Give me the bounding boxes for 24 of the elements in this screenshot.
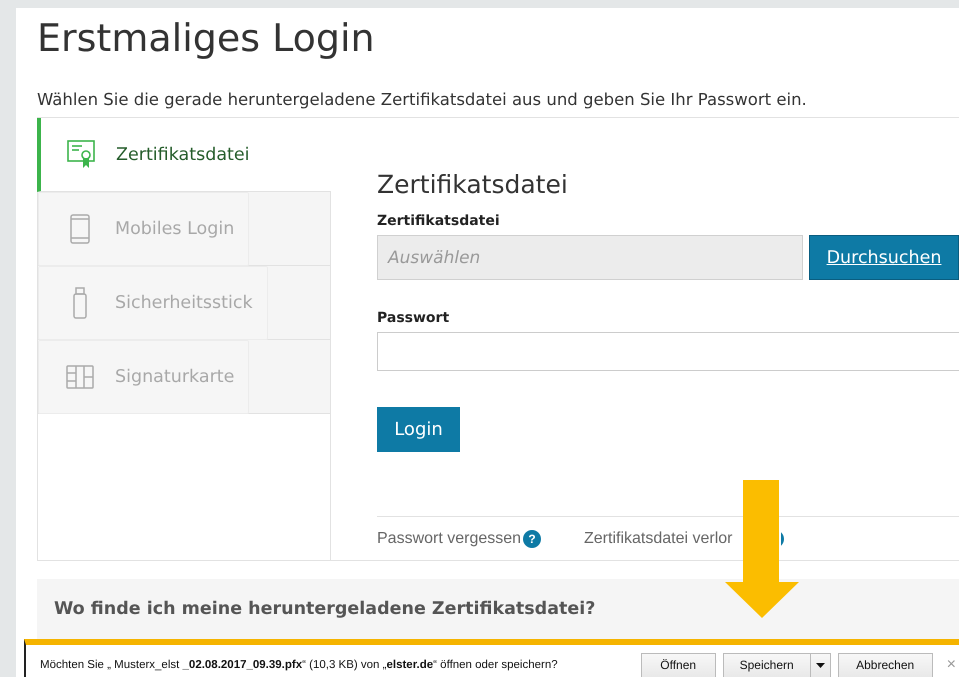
usb-stick-icon — [73, 286, 87, 318]
password-field[interactable] — [377, 332, 959, 372]
download-prompt: Möchten Sie „ Musterx_elst _02.08.2017_09.39.pfx“ (10,3 KB) von „elster.de“ öffnen oder speichern? — [40, 659, 559, 671]
dropdown-button[interactable] — [810, 652, 831, 677]
cancel-button[interactable]: Abbrechen — [838, 652, 933, 677]
save-button[interactable]: Speichern — [722, 652, 810, 677]
page-subtitle: Wählen Sie die gerade heruntergeladene Zertifikatsdatei aus und geben Sie Ihr Passwort ein. — [37, 90, 808, 109]
caret-icon — [816, 662, 825, 668]
help-link[interactable]: Zertifikatsdatei verlor — [584, 530, 732, 548]
browse-button[interactable]: Durchsuchen — [809, 235, 959, 280]
help-link[interactable]: Passwort vergessen — [377, 530, 522, 548]
section-heading: Zertifikatsdatei — [377, 170, 569, 199]
field-label: Zertifikatsdatei — [377, 213, 501, 229]
chip-card-icon — [66, 364, 94, 388]
help-icon[interactable]: ? — [523, 530, 542, 548]
login-method-tab[interactable]: Zertifikatsdatei — [37, 118, 331, 192]
field-label: Passwort — [377, 310, 450, 326]
certificate-icon — [67, 140, 95, 170]
help-heading: Wo finde ich meine heruntergeladene Zertifikatsdatei? — [54, 599, 596, 619]
close-button[interactable]: × — [946, 656, 956, 674]
phone-icon — [70, 214, 90, 244]
login-button[interactable]: Login — [377, 407, 460, 452]
open-button[interactable]: Öffnen — [640, 652, 716, 677]
page-title: Erstmaliges Login — [37, 15, 376, 62]
